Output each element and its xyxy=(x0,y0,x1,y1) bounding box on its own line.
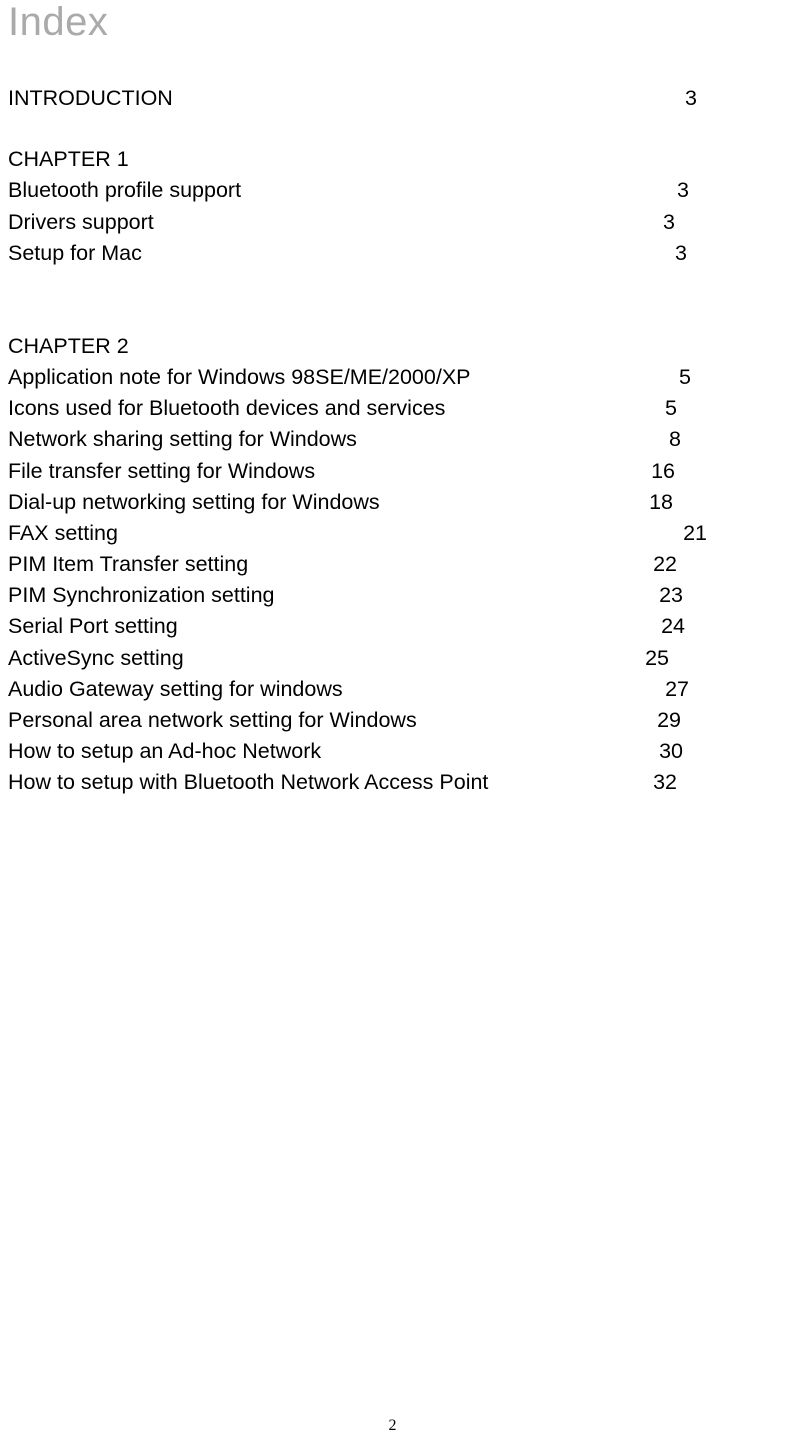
entry-page: 24 xyxy=(661,611,777,642)
toc-entry: Personal area network setting for Window… xyxy=(8,705,777,736)
toc-entry: Icons used for Bluetooth devices and ser… xyxy=(8,393,777,424)
entry-page: 27 xyxy=(665,674,777,705)
entry-label: Personal area network setting for Window… xyxy=(8,705,417,736)
entry-page: 3 xyxy=(675,238,777,269)
intro-page: 3 xyxy=(685,83,777,114)
intro-label: INTRODUCTION xyxy=(8,83,173,114)
entry-label: PIM Item Transfer setting xyxy=(8,549,248,580)
entry-page: 29 xyxy=(657,705,777,736)
entry-page: 16 xyxy=(651,456,777,487)
entry-label: FAX setting xyxy=(8,518,118,549)
entry-label: Serial Port setting xyxy=(8,611,178,642)
toc-entry: Dial-up networking setting for Windows 1… xyxy=(8,487,777,518)
entry-label: Setup for Mac xyxy=(8,238,142,269)
entry-label: Icons used for Bluetooth devices and ser… xyxy=(8,393,445,424)
entry-page: 3 xyxy=(663,207,777,238)
toc-entry: How to setup with Bluetooth Network Acce… xyxy=(8,767,777,798)
entry-label: How to setup with Bluetooth Network Acce… xyxy=(8,767,488,798)
toc-entry: Bluetooth profile support 3 xyxy=(8,175,777,206)
entry-page: 18 xyxy=(649,487,777,518)
toc-entry: File transfer setting for Windows 16 xyxy=(8,456,777,487)
entry-label: How to setup an Ad-hoc Network xyxy=(8,736,321,767)
entry-page: 22 xyxy=(653,549,777,580)
chapter-heading: CHAPTER 1 xyxy=(8,144,777,175)
entry-page: 25 xyxy=(645,643,777,674)
entry-page: 3 xyxy=(677,175,777,206)
toc-entry: Network sharing setting for Windows 8 xyxy=(8,424,777,455)
entry-label: Drivers support xyxy=(8,207,154,238)
entry-page: 21 xyxy=(683,518,777,549)
intro-entry: INTRODUCTION 3 xyxy=(8,83,777,114)
entry-page: 8 xyxy=(669,424,777,455)
entry-label: Audio Gateway setting for windows xyxy=(8,674,343,705)
entry-page: 23 xyxy=(659,580,777,611)
toc-entry: PIM Item Transfer setting 22 xyxy=(8,549,777,580)
entry-label: Bluetooth profile support xyxy=(8,175,241,206)
entry-page: 32 xyxy=(653,767,777,798)
toc-entry: Drivers support 3 xyxy=(8,207,777,238)
entry-label: Network sharing setting for Windows xyxy=(8,424,357,455)
entry-label: PIM Synchronization setting xyxy=(8,580,275,611)
entry-page: 5 xyxy=(679,362,777,393)
toc-entry: Setup for Mac 3 xyxy=(8,238,777,269)
page-number: 2 xyxy=(389,1417,397,1435)
chapter-heading: CHAPTER 2 xyxy=(8,331,777,362)
entry-page: 30 xyxy=(659,736,777,767)
toc-entry: PIM Synchronization setting 23 xyxy=(8,580,777,611)
page-title: Index xyxy=(8,0,777,45)
entry-label: Dial-up networking setting for Windows xyxy=(8,487,380,518)
entry-label: ActiveSync setting xyxy=(8,643,184,674)
toc-entry: FAX setting 21 xyxy=(8,518,777,549)
toc-entry: Audio Gateway setting for windows 27 xyxy=(8,674,777,705)
toc-entry: Application note for Windows 98SE/ME/200… xyxy=(8,362,777,393)
entry-page: 5 xyxy=(665,393,777,424)
entry-label: File transfer setting for Windows xyxy=(8,456,315,487)
toc-entry: Serial Port setting 24 xyxy=(8,611,777,642)
toc-entry: How to setup an Ad-hoc Network 30 xyxy=(8,736,777,767)
toc-entry: ActiveSync setting 25 xyxy=(8,643,777,674)
entry-label: Application note for Windows 98SE/ME/200… xyxy=(8,362,471,393)
